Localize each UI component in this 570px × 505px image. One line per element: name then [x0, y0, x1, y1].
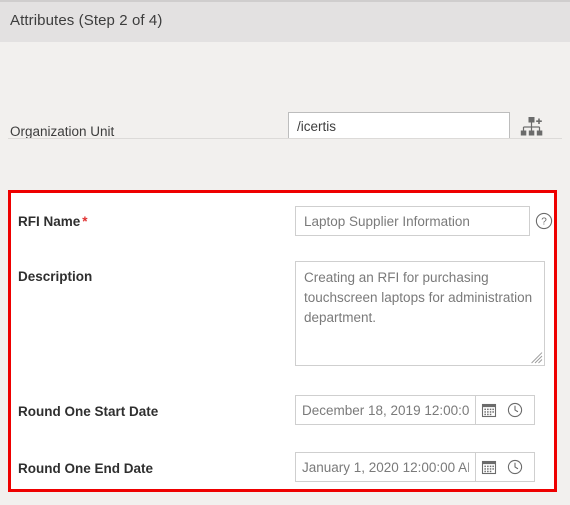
- step-header-bar: Attributes (Step 2 of 4): [0, 0, 570, 42]
- organization-unit-row: Organization Unit: [0, 42, 570, 140]
- rfi-name-label: RFI Name *: [18, 214, 88, 229]
- page-title: Attributes (Step 2 of 4): [10, 12, 163, 29]
- clock-icon[interactable]: [502, 396, 528, 424]
- description-textarea[interactable]: Creating an RFI for purchasing touchscre…: [295, 261, 545, 366]
- rfi-name-input[interactable]: [295, 206, 530, 236]
- clock-icon[interactable]: [502, 453, 528, 481]
- round-one-end-date-label: Round One End Date: [18, 461, 153, 476]
- round-one-start-date-field: [295, 395, 535, 425]
- question-circle-icon[interactable]: ?: [535, 212, 553, 230]
- bottom-strip: [0, 492, 570, 505]
- organization-unit-input[interactable]: [288, 112, 510, 140]
- calendar-icon[interactable]: [476, 453, 502, 481]
- rfi-name-label-text: RFI Name: [18, 214, 81, 229]
- attributes-step-page: Attributes (Step 2 of 4) Organization Un…: [0, 0, 570, 505]
- svg-text:?: ?: [541, 217, 547, 228]
- org-chart-add-icon[interactable]: [518, 112, 546, 140]
- organization-unit-label: Organization Unit: [10, 124, 115, 139]
- description-label: Description: [18, 269, 93, 284]
- calendar-icon[interactable]: [476, 396, 502, 424]
- round-one-end-date-input[interactable]: [296, 453, 476, 481]
- rfi-information-section-header: 1. RFI Information: [0, 139, 570, 315]
- round-one-start-date-label: Round One Start Date: [18, 404, 159, 419]
- round-one-end-date-field: [295, 452, 535, 482]
- round-one-start-date-input[interactable]: [296, 396, 476, 424]
- required-asterisk: *: [82, 214, 88, 229]
